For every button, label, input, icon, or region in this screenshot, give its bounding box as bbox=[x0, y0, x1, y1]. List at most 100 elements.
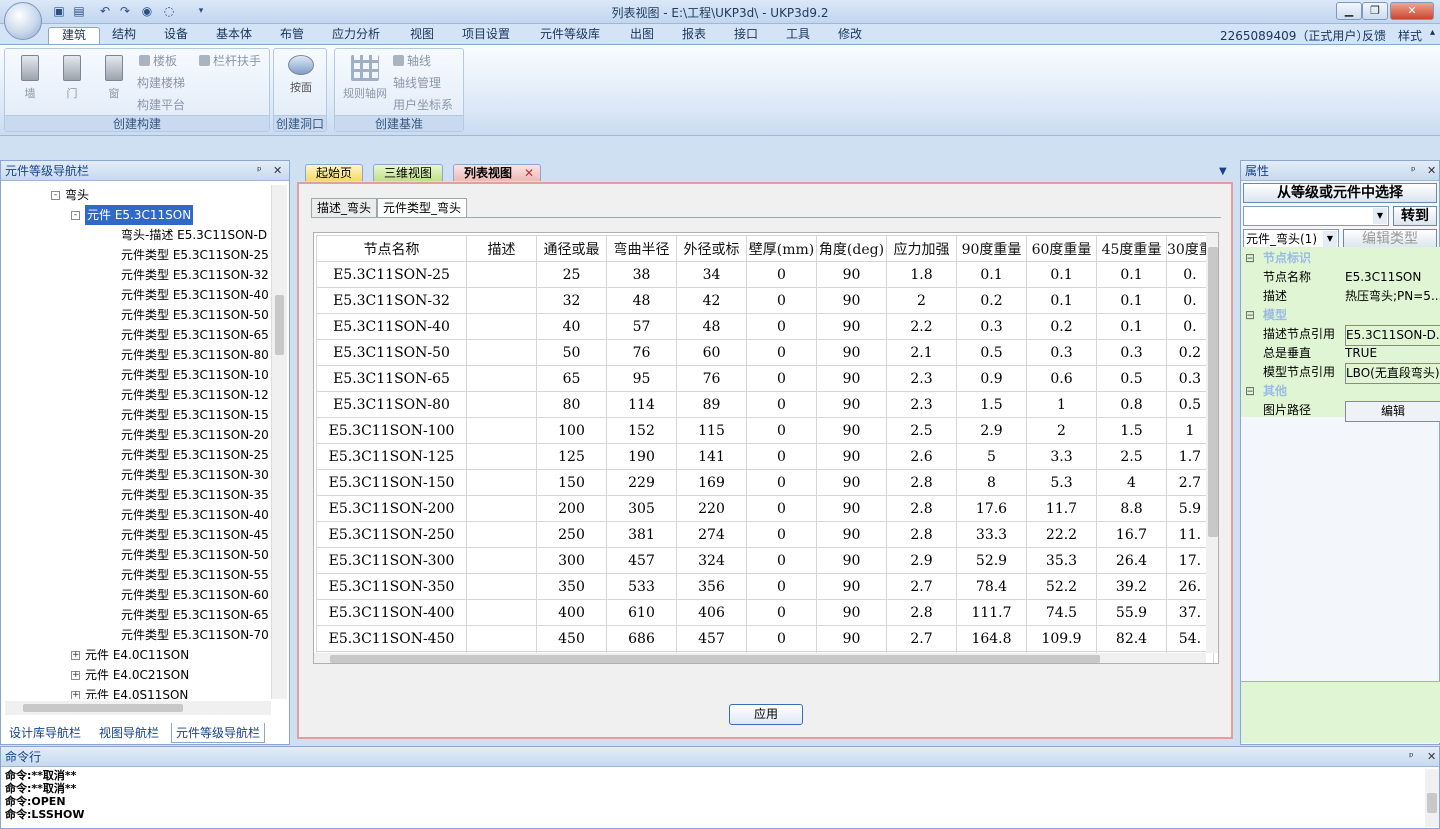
table-cell[interactable]: 48 bbox=[676, 313, 747, 340]
select-from-spec-button[interactable]: 从等级或元件中选择 bbox=[1243, 183, 1437, 203]
table-cell[interactable]: 356 bbox=[676, 573, 747, 600]
tab-interface[interactable]: 接口 bbox=[726, 27, 766, 44]
table-cell[interactable]: 1 bbox=[1026, 391, 1097, 418]
table-cell[interactable] bbox=[466, 365, 537, 392]
table-cell[interactable]: 78.4 bbox=[956, 573, 1027, 600]
maximize-button[interactable]: ❐ bbox=[1362, 2, 1388, 20]
property-row[interactable]: 描述节点引用 E5.3C11SON-D... bbox=[1241, 325, 1440, 346]
table-cell[interactable]: 4 bbox=[1096, 469, 1167, 496]
table-cell[interactable]: 2.6 bbox=[886, 443, 957, 470]
style-menu[interactable]: 样式 bbox=[1398, 27, 1422, 44]
table-cell[interactable] bbox=[466, 547, 537, 574]
tab-tools[interactable]: 工具 bbox=[778, 27, 818, 44]
table-cell[interactable]: 0.2 bbox=[956, 287, 1027, 314]
table-cell[interactable]: 533 bbox=[606, 573, 677, 600]
table-cell[interactable]: E5.3C11SON-250 bbox=[316, 521, 467, 548]
table-cell[interactable]: 250 bbox=[536, 521, 607, 548]
table-cell[interactable]: 17.6 bbox=[956, 495, 1027, 522]
tab-architecture[interactable]: 建筑 bbox=[48, 27, 101, 44]
close-panel-icon[interactable]: ✕ bbox=[1427, 161, 1436, 181]
table-row[interactable]: E5.3C11SON-32 32 48 42 0 90 2 0.2 0.1 0.1 0. bbox=[316, 287, 1214, 314]
table-cell[interactable]: 74.5 bbox=[1026, 599, 1097, 626]
table-cell[interactable]: E5.3C11SON-125 bbox=[316, 443, 467, 470]
table-cell[interactable]: 2.5 bbox=[886, 417, 957, 444]
table-cell[interactable]: 0 bbox=[746, 417, 817, 444]
table-cell[interactable] bbox=[466, 521, 537, 548]
table-cell[interactable]: 65 bbox=[536, 365, 607, 392]
table-cell[interactable]: 2.3 bbox=[886, 391, 957, 418]
scroll-thumb[interactable] bbox=[1208, 247, 1218, 537]
table-cell[interactable]: 190 bbox=[606, 443, 677, 470]
table-cell[interactable]: 300 bbox=[536, 547, 607, 574]
table-cell[interactable]: 90 bbox=[816, 365, 887, 392]
tree-node[interactable]: 元件类型 E5.3C11SON-25 bbox=[121, 245, 269, 265]
tree-node[interactable]: 元件类型 E5.3C11SON-32 bbox=[121, 265, 269, 285]
column-header[interactable]: 通径或最 bbox=[536, 235, 607, 262]
eye-icon[interactable]: ◉ bbox=[140, 4, 154, 18]
tab-modify[interactable]: 修改 bbox=[830, 27, 870, 44]
table-row[interactable]: E5.3C11SON-150 150 229 169 0 90 2.8 8 5.3 4 2.7 bbox=[316, 469, 1214, 496]
help-icon[interactable]: ▴ bbox=[1430, 27, 1435, 38]
table-cell[interactable]: 76 bbox=[606, 339, 677, 366]
table-cell[interactable]: 686 bbox=[606, 625, 677, 652]
table-cell[interactable]: E5.3C11SON-150 bbox=[316, 469, 467, 496]
command-history[interactable]: 命令:**取消** 命令:**取消** 命令:OPEN 命令:LSSHOW bbox=[5, 769, 1415, 821]
tree-node[interactable]: 元件类型 E5.3C11SON-20 bbox=[121, 425, 269, 445]
table-cell[interactable]: 0 bbox=[746, 287, 817, 314]
pin-icon[interactable]: ᵖ bbox=[1411, 161, 1416, 181]
table-cell[interactable]: 0.3 bbox=[1096, 339, 1167, 366]
column-header[interactable]: 弯曲半径 bbox=[606, 235, 677, 262]
property-row[interactable]: 总是垂直 TRUE bbox=[1241, 344, 1440, 363]
tab-piping[interactable]: 布管 bbox=[272, 27, 312, 44]
table-cell[interactable]: 2.8 bbox=[886, 469, 957, 496]
redo-icon[interactable]: ↷ bbox=[118, 4, 132, 18]
table-cell[interactable]: 52.2 bbox=[1026, 573, 1097, 600]
tab-view[interactable]: 视图 bbox=[402, 27, 442, 44]
property-value[interactable]: E5.3C11SON-D... bbox=[1345, 325, 1440, 346]
column-header[interactable]: 节点名称 bbox=[316, 235, 467, 262]
table-cell[interactable]: 89 bbox=[676, 391, 747, 418]
column-header[interactable]: 60度重量 bbox=[1026, 235, 1097, 262]
table-cell[interactable]: 0.5 bbox=[1096, 365, 1167, 392]
tree-node[interactable]: 元件类型 E5.3C11SON-65 bbox=[121, 605, 269, 625]
table-row[interactable]: E5.3C11SON-65 65 95 76 0 90 2.3 0.9 0.6 0.5 0.3 bbox=[316, 365, 1214, 392]
table-cell[interactable]: 457 bbox=[676, 625, 747, 652]
floor-slab-button[interactable]: 楼板 bbox=[139, 51, 177, 71]
table-cell[interactable]: 90 bbox=[816, 313, 887, 340]
tree-node[interactable]: 元件类型 E5.3C11SON-40 bbox=[121, 285, 269, 305]
close-tab-icon[interactable]: ✕ bbox=[524, 165, 534, 181]
table-cell[interactable]: 0.3 bbox=[1026, 339, 1097, 366]
table-cell[interactable]: 76 bbox=[676, 365, 747, 392]
table-cell[interactable]: 8 bbox=[956, 469, 1027, 496]
table-cell[interactable]: 1.5 bbox=[1096, 417, 1167, 444]
table-cell[interactable]: E5.3C11SON-450 bbox=[316, 625, 467, 652]
expand-icon[interactable]: + bbox=[71, 651, 80, 660]
column-header[interactable]: 壁厚(mm) bbox=[746, 235, 817, 262]
table-row[interactable]: E5.3C11SON-125 125 190 141 0 90 2.6 5 3.3 2.5 1.7 bbox=[316, 443, 1214, 470]
table-cell[interactable]: 48 bbox=[606, 287, 677, 314]
grid-horizontal-scrollbar[interactable] bbox=[314, 653, 1206, 663]
tab-equipment[interactable]: 设备 bbox=[156, 27, 196, 44]
collapse-icon[interactable]: ⊟ bbox=[1245, 382, 1255, 401]
table-row[interactable]: E5.3C11SON-80 80 114 89 0 90 2.3 1.5 1 0.8 0.5 bbox=[316, 391, 1214, 418]
table-cell[interactable]: 0.1 bbox=[1096, 287, 1167, 314]
pin-icon[interactable]: ᵖ bbox=[1409, 747, 1414, 767]
table-cell[interactable]: 0 bbox=[746, 547, 817, 574]
table-cell[interactable]: 5.3 bbox=[1026, 469, 1097, 496]
table-cell[interactable]: 450 bbox=[536, 625, 607, 652]
table-cell[interactable]: 229 bbox=[606, 469, 677, 496]
tab-structure[interactable]: 结构 bbox=[104, 27, 144, 44]
expand-icon[interactable]: + bbox=[71, 671, 80, 680]
table-cell[interactable]: 350 bbox=[536, 573, 607, 600]
table-cell[interactable]: 1.8 bbox=[886, 261, 957, 288]
table-cell[interactable]: 0 bbox=[746, 313, 817, 340]
table-cell[interactable]: 324 bbox=[676, 547, 747, 574]
table-cell[interactable]: 457 bbox=[606, 547, 677, 574]
table-cell[interactable]: 274 bbox=[676, 521, 747, 548]
goto-button[interactable]: 转到 bbox=[1393, 206, 1437, 226]
tree-node[interactable]: 元件类型 E5.3C11SON-12 bbox=[121, 385, 269, 405]
tree-node[interactable]: 元件类型 E5.3C11SON-65 bbox=[121, 325, 269, 345]
tree-node[interactable]: 元件类型 E5.3C11SON-10 bbox=[121, 365, 269, 385]
table-cell[interactable]: 90 bbox=[816, 287, 887, 314]
table-row[interactable]: E5.3C11SON-400 400 610 406 0 90 2.8 111.7 74.5 55… bbox=[316, 599, 1214, 626]
